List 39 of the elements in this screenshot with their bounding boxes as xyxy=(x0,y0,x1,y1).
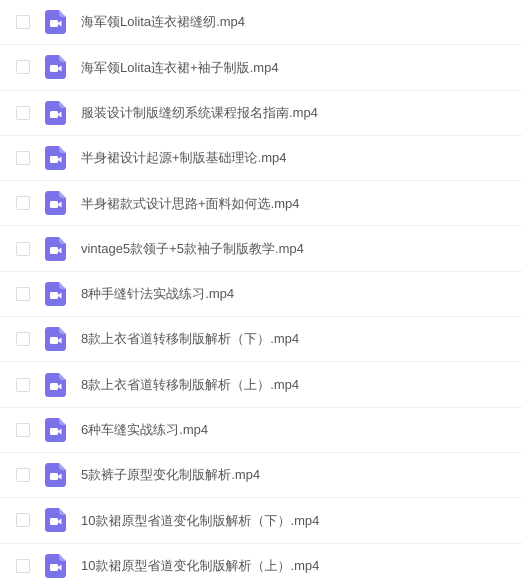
checkbox[interactable] xyxy=(16,422,30,437)
file-name[interactable]: 10款裙原型省道变化制版解析（上）.mp4 xyxy=(81,556,320,576)
checkbox[interactable] xyxy=(16,106,30,120)
video-file-icon xyxy=(45,100,66,125)
video-file-icon xyxy=(45,282,66,306)
video-file-icon xyxy=(45,327,66,352)
video-file-icon xyxy=(45,236,66,261)
checkbox[interactable] xyxy=(16,60,30,74)
video-file-icon xyxy=(45,418,66,442)
video-file-icon xyxy=(45,463,66,488)
checkbox[interactable] xyxy=(16,286,30,301)
checkbox[interactable] xyxy=(16,468,30,482)
checkbox[interactable] xyxy=(16,558,30,573)
checkbox[interactable] xyxy=(16,151,30,166)
checkbox[interactable] xyxy=(16,332,30,346)
file-name[interactable]: 5款裤子原型变化制版解析.mp4 xyxy=(81,465,260,485)
file-name[interactable]: vintage5款领子+5款袖子制版教学.mp4 xyxy=(81,238,304,258)
video-file-icon xyxy=(45,508,66,532)
file-name[interactable]: 服装设计制版缝纫系统课程报名指南.mp4 xyxy=(81,102,318,122)
video-file-icon xyxy=(45,191,66,216)
checkbox[interactable] xyxy=(16,242,30,256)
checkbox[interactable] xyxy=(16,378,30,392)
file-name[interactable]: 海军领Lolita连衣裙缝纫.mp4 xyxy=(81,12,245,32)
file-name[interactable]: 半身裙款式设计思路+面料如何选.mp4 xyxy=(81,194,300,214)
video-file-icon xyxy=(45,10,66,34)
checkbox[interactable] xyxy=(16,513,30,528)
file-name[interactable]: 8款上衣省道转移制版解析（下）.mp4 xyxy=(81,329,300,349)
checkbox[interactable] xyxy=(16,15,30,30)
file-name[interactable]: 8种手缝针法实战练习.mp4 xyxy=(81,284,234,304)
video-file-icon xyxy=(45,55,66,80)
video-file-icon xyxy=(45,146,66,170)
video-file-icon xyxy=(45,554,66,578)
file-name[interactable]: 6种车缝实战练习.mp4 xyxy=(81,420,208,440)
file-name[interactable]: 10款裙原型省道变化制版解析（下）.mp4 xyxy=(81,510,320,530)
file-name[interactable]: 海军领Lolita连衣裙+袖子制版.mp4 xyxy=(81,58,279,78)
checkbox[interactable] xyxy=(16,196,30,210)
file-name[interactable]: 8款上衣省道转移制版解析（上）.mp4 xyxy=(81,374,300,394)
file-name[interactable]: 半身裙设计起源+制版基础理论.mp4 xyxy=(81,148,286,168)
video-file-icon xyxy=(45,372,66,397)
